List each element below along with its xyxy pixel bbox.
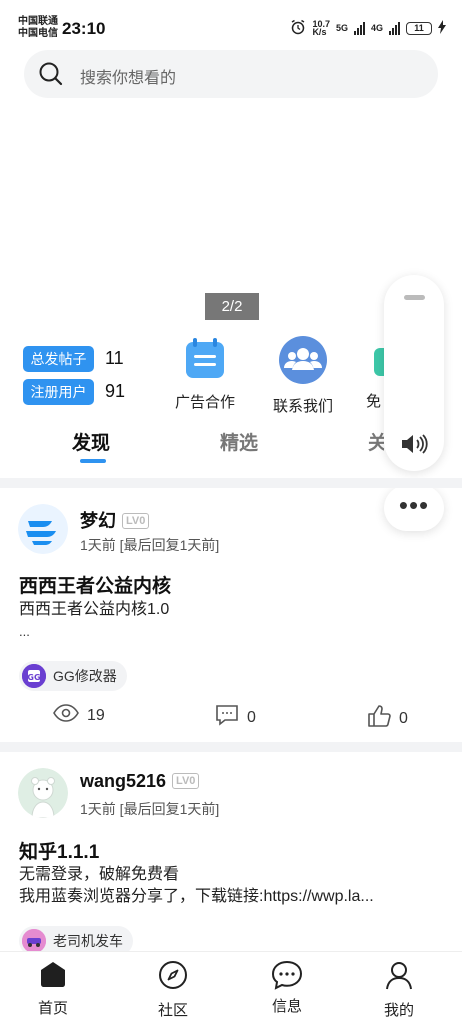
level-badge: LV0 — [122, 513, 150, 529]
post-username[interactable]: 梦幻 LV0 — [80, 507, 150, 533]
quick-link-free-label[interactable]: 免 — [366, 390, 384, 411]
post-title[interactable]: 知乎1.1.1 — [19, 837, 99, 864]
bottom-navigation: 首页 社区 信息 我的 — [0, 951, 462, 1024]
floating-media-control[interactable] — [384, 275, 444, 471]
nav-community[interactable]: 社区 — [138, 960, 208, 1020]
gg-icon: GG — [22, 664, 46, 688]
carrier-labels: 中国联通 中国电信 — [18, 16, 58, 40]
likes-count: 0 — [399, 709, 408, 727]
post-body: 西西王者公益内核1.0 — [19, 601, 170, 618]
section-divider — [0, 742, 462, 752]
nav-profile[interactable]: 我的 — [364, 960, 434, 1020]
nav-label: 我的 — [383, 1002, 414, 1019]
carrier-1: 中国联通 — [18, 16, 58, 27]
net-type-2: 4G — [370, 23, 383, 33]
search-icon — [38, 61, 64, 92]
post-tag-chip[interactable]: GG GG修改器 — [19, 661, 127, 691]
more-options-button[interactable]: ••• — [384, 485, 444, 531]
username: 梦幻 — [80, 511, 116, 531]
nav-messages[interactable]: 信息 — [252, 960, 322, 1016]
alarm-icon — [290, 19, 306, 37]
post-body-line-2: 我用蓝奏浏览器分享了，下载链接:https://wwp.la... — [19, 888, 374, 905]
compass-icon — [158, 961, 188, 994]
registered-users-badge: 注册用户 — [23, 379, 94, 405]
quick-link-label: 联系我们 — [272, 398, 333, 415]
avatar[interactable] — [18, 504, 68, 554]
search-placeholder: 搜索你想看的 — [80, 70, 177, 87]
username: wang5216 — [80, 771, 167, 791]
post-meta: 1天前 [最后回复1天前] — [80, 537, 220, 553]
comments-count: 0 — [247, 708, 256, 726]
notepad-icon — [183, 338, 227, 384]
banner-pager: 2/2 — [205, 293, 259, 320]
views-action[interactable]: 19 — [53, 704, 105, 727]
like-action[interactable]: 0 — [367, 704, 408, 733]
post-username[interactable]: wang5216 LV0 — [80, 771, 200, 792]
chat-bubble-icon — [271, 960, 303, 994]
post-body-line-1: 无需登录，破解免费看 — [19, 866, 180, 883]
nav-label: 信息 — [271, 998, 302, 1015]
speaker-icon[interactable] — [400, 433, 428, 460]
comment-icon — [215, 704, 239, 731]
group-icon — [279, 336, 327, 388]
avatar[interactable] — [18, 768, 68, 818]
comments-action[interactable]: 0 — [215, 704, 256, 731]
network-speed: 10.7 K/s — [312, 19, 330, 37]
home-icon — [38, 962, 68, 992]
status-icons: 10.7 K/s 5G 4G 11 — [290, 19, 446, 37]
tab-discover[interactable]: 发现 — [72, 428, 110, 455]
tab-following[interactable]: 关 — [368, 428, 384, 455]
drag-handle[interactable] — [404, 295, 425, 300]
total-posts-value: 11 — [105, 348, 124, 368]
net-type-1: 5G — [335, 23, 348, 33]
nav-label: 首页 — [37, 1000, 68, 1017]
person-icon — [384, 962, 414, 994]
eye-icon — [53, 704, 79, 727]
quick-link-contact[interactable]: 联系我们 — [258, 336, 348, 416]
signal-icon-2 — [389, 21, 400, 35]
nav-label: 社区 — [157, 1002, 188, 1019]
charging-icon — [438, 20, 446, 36]
post-ellipsis: ... — [19, 624, 30, 639]
total-posts-badge: 总发帖子 — [23, 346, 94, 372]
svg-text:GG: GG — [27, 673, 40, 682]
level-badge: LV0 — [172, 773, 200, 789]
signal-icon — [353, 21, 365, 35]
tab-featured[interactable]: 精选 — [220, 428, 258, 455]
status-bar: 中国联通 中国电信 23:10 10.7 K/s 5G 4G 11 — [0, 0, 462, 56]
tag-label: GG修改器 — [53, 668, 117, 684]
battery-indicator: 11 — [406, 21, 432, 35]
clock: 23:10 — [62, 19, 106, 38]
carrier-2: 中国电信 — [18, 28, 58, 39]
app-icon — [364, 348, 384, 384]
post-meta: 1天前 [最后回复1天前] — [80, 801, 220, 817]
registered-users-value: 91 — [105, 381, 126, 401]
nav-home[interactable]: 首页 — [18, 960, 88, 1018]
post-actions: 19 0 0 — [0, 704, 462, 734]
quick-link-label: 广告合作 — [174, 394, 235, 411]
tab-active-indicator — [80, 459, 106, 463]
search-bar[interactable]: 搜索你想看的 — [24, 50, 438, 98]
car-icon — [22, 929, 46, 953]
section-divider — [0, 478, 462, 488]
ellipsis-icon: ••• — [398, 490, 430, 520]
thumbs-up-icon — [367, 704, 391, 733]
views-count: 19 — [87, 706, 105, 724]
post-title[interactable]: 西西王者公益内核 — [19, 571, 171, 598]
quick-link-ads[interactable]: 广告合作 — [160, 336, 250, 412]
tag-label: 老司机发车 — [53, 933, 123, 949]
